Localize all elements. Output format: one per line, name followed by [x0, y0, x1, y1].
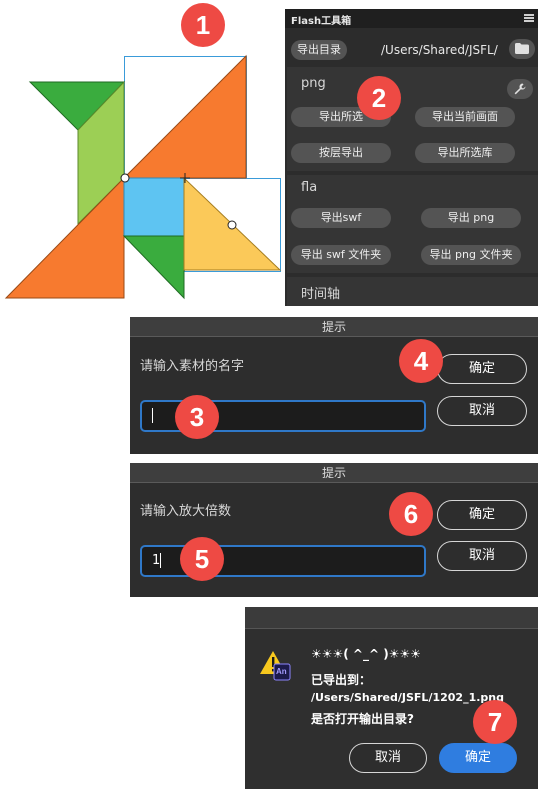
folder-icon: [515, 43, 529, 54]
step-badge-1: 1: [181, 3, 225, 47]
panel-menu-icon[interactable]: [524, 14, 534, 22]
fla-export-swf-button[interactable]: 导出swf: [291, 208, 391, 228]
fla-export-swf-folder-button[interactable]: 导出 swf 文件夹: [291, 245, 391, 265]
step-badge-6: 6: [389, 492, 433, 536]
export-path-text: /Users/Shared/JSFL/: [381, 43, 498, 57]
dialog-headline: ☀☀☀( ^_^ )☀☀☀: [311, 647, 421, 661]
ok-button[interactable]: 确定: [437, 354, 527, 384]
fla-export-png-folder-button[interactable]: 导出 png 文件夹: [421, 245, 521, 265]
step-badge-7: 7: [473, 700, 517, 744]
step-badge-3: 3: [175, 395, 219, 439]
dialog-title: 提示: [130, 463, 538, 483]
ok-button[interactable]: 确定: [439, 743, 517, 773]
fla-section-label: fla: [301, 180, 318, 195]
dialog-title: 提示: [130, 317, 538, 337]
fla-section: fla 导出swf 导出 png 导出 swf 文件夹 导出 png 文件夹: [287, 175, 538, 273]
dialog-prompt: 请输入素材的名字: [140, 359, 245, 374]
dialog-prompt: 请输入放大倍数: [140, 504, 232, 519]
animate-app-icon-label: An: [276, 667, 287, 676]
png-section-label: png: [301, 76, 326, 91]
scale-factor-value: 1: [152, 553, 161, 568]
wrench-icon: [514, 83, 526, 95]
folder-button[interactable]: [509, 39, 535, 59]
text-cursor: [152, 408, 153, 423]
transform-point-handle[interactable]: [120, 173, 130, 183]
green-triangle-bottom: [122, 235, 185, 300]
png-export-selected-library-button[interactable]: 导出所选库: [415, 143, 515, 163]
cancel-button[interactable]: 取消: [437, 541, 527, 571]
step-badge-2: 2: [357, 76, 401, 120]
png-export-by-layer-button[interactable]: 按层导出: [291, 143, 391, 163]
transform-point-handle[interactable]: [227, 220, 237, 230]
png-export-current-frame-button[interactable]: 导出当前画面: [415, 107, 515, 127]
timeline-section-label: 时间轴: [301, 287, 341, 302]
dialog-titlebar: [245, 607, 538, 629]
dialog-message-line1: 已导出到：: [311, 673, 372, 687]
panel-title: Flash工具箱: [291, 16, 352, 27]
step-badge-4: 4: [399, 339, 443, 383]
blue-square: [123, 177, 185, 237]
wrench-button[interactable]: [507, 79, 533, 99]
dialog-message-path: /Users/Shared/JSFL/1202_1.png: [311, 691, 504, 704]
tangram-artwork: [4, 54, 282, 300]
cancel-button[interactable]: 取消: [437, 396, 527, 426]
png-section: png 导出所选 导出当前画面 按层导出 导出所选库: [287, 67, 538, 171]
flash-toolbox-panel: Flash工具箱 导出目录 /Users/Shared/JSFL/ png 导出…: [285, 9, 538, 306]
dialog-export-complete: An ☀☀☀( ^_^ )☀☀☀ 已导出到： /Users/Shared/JSF…: [245, 607, 538, 789]
export-dir-button[interactable]: 导出目录: [291, 40, 347, 60]
step-badge-5: 5: [180, 537, 224, 581]
cancel-button[interactable]: 取消: [349, 743, 427, 773]
text-cursor: [160, 553, 162, 568]
timeline-section: 时间轴: [287, 277, 538, 306]
orange-triangle-bottom: [4, 176, 125, 299]
panel-title-bar: Flash工具箱: [285, 9, 538, 28]
dialog-message-question: 是否打开输出目录?: [311, 712, 414, 726]
ok-button[interactable]: 确定: [437, 500, 527, 530]
warning-icon: An: [260, 650, 292, 682]
fla-export-png-button[interactable]: 导出 png: [421, 208, 521, 228]
